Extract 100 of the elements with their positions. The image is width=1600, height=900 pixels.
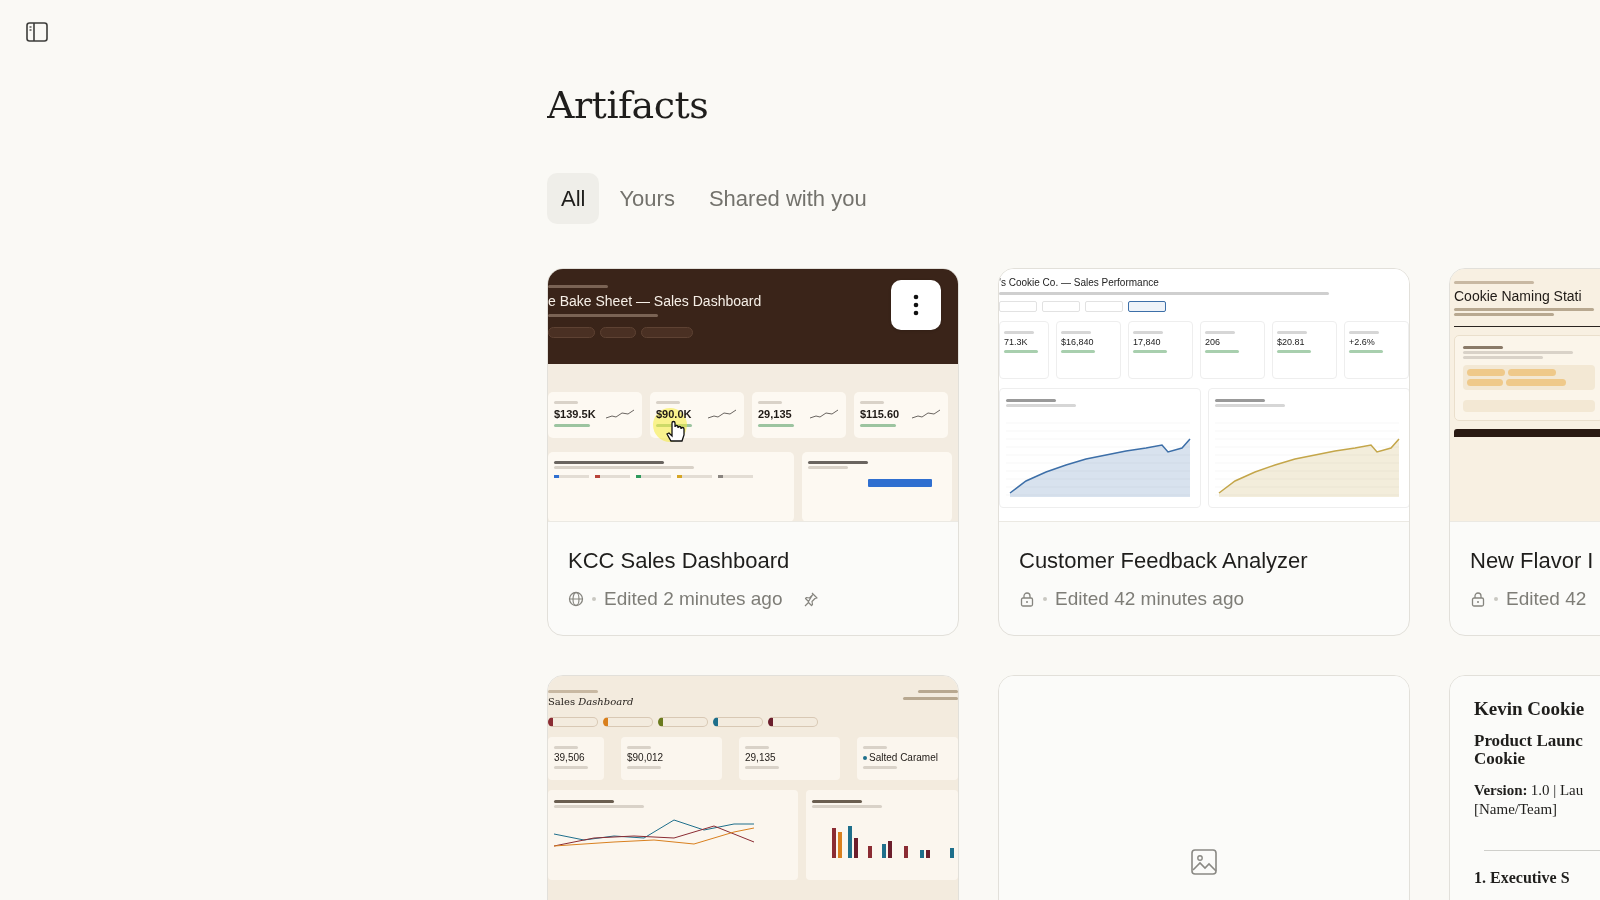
kpi-value: +2.6% <box>1349 337 1376 347</box>
kpi-value: 39,506 <box>554 752 585 763</box>
tag-drawing <box>1508 369 1556 376</box>
kpi-value: 29,135 <box>758 408 792 420</box>
ingredients-field[interactable] <box>1463 365 1595 390</box>
blurred-text-drawing <box>745 746 769 749</box>
blurred-text-drawing <box>863 766 897 769</box>
blurred-text-drawing <box>1277 350 1311 353</box>
blurred-text-drawing <box>903 697 958 700</box>
tag-drawing <box>1467 369 1505 376</box>
sparkline <box>606 408 636 420</box>
blurred-text-drawing <box>1215 404 1285 407</box>
kpi-value: $90.0K <box>656 408 692 420</box>
kpi-value: 206 <box>1205 337 1222 347</box>
sidebar-toggle-icon[interactable] <box>26 22 48 42</box>
blurred-text-drawing <box>627 766 661 769</box>
blurred-text-drawing <box>1349 350 1383 353</box>
blurred-text-drawing <box>554 800 614 803</box>
blurred-text-drawing <box>860 424 896 427</box>
artifact-card[interactable]: 's Cookie Co. — Sales Performance 71.3K $16,840 17,840 206 $20.81 +2.6% Customer Feedback Analyzer Edited 42 minutes ago <box>998 268 1410 636</box>
more-options-button[interactable] <box>891 280 941 330</box>
blurred-text-drawing <box>1215 399 1265 402</box>
artifact-card[interactable]: Sales Dashboard 39,506 $90,012 29,135 Salted Caramel <box>547 675 959 900</box>
blurred-text-drawing <box>758 424 794 427</box>
sparkline <box>810 408 840 420</box>
blurred-text-drawing <box>812 805 882 808</box>
blurred-text-drawing <box>758 401 782 404</box>
dashboard-heading: 's Cookie Co. — Sales Performance <box>999 277 1160 288</box>
edited-time: Edited 42 <box>1506 588 1587 610</box>
artifact-title: Customer Feedback Analyzer <box>1019 548 1309 574</box>
blurred-text-drawing <box>860 401 884 404</box>
meta-label: Version: <box>1474 782 1528 798</box>
artifact-title: New Flavor I <box>1470 548 1595 574</box>
kpi-value: 71.3K <box>1004 337 1029 347</box>
blurred-text-drawing <box>548 690 598 693</box>
tag-drawing <box>1506 379 1566 386</box>
range-button[interactable] <box>1128 301 1166 312</box>
blurred-text-drawing <box>627 746 651 749</box>
blurred-text-drawing <box>1277 331 1307 334</box>
blurred-text-drawing <box>1061 350 1095 353</box>
kpi-value: Salted Caramel <box>869 752 938 763</box>
blurred-text-drawing <box>548 285 608 288</box>
kpi-value: $115.60 <box>860 408 900 420</box>
document-subtitle: Cookie <box>1474 750 1526 768</box>
edited-time: Edited 42 minutes ago <box>1055 588 1245 610</box>
blurred-text-drawing <box>1006 404 1076 407</box>
chip-drawing <box>641 327 693 338</box>
submit-button[interactable] <box>1454 429 1600 437</box>
page-title: Artifacts <box>547 82 710 129</box>
tag-drawing <box>1467 379 1503 386</box>
blurred-text-drawing <box>1133 350 1167 353</box>
document-subtitle: Product Launc <box>1474 732 1584 750</box>
kpi-value: $90,012 <box>627 752 664 763</box>
artifact-card[interactable]: Kevin Cookie Product Launc Cookie Version: 1.0 | Lau [Name/Team] 1. Executive S <box>1449 675 1600 900</box>
blurred-text-drawing <box>1205 331 1235 334</box>
blurred-text-drawing <box>656 401 680 404</box>
artifact-title: KCC Sales Dashboard <box>568 548 791 574</box>
blurred-text-drawing <box>918 690 958 693</box>
kpi-value: 17,840 <box>1133 337 1162 347</box>
filter-tab[interactable]: Yours <box>605 173 689 224</box>
kpi-value: 29,135 <box>745 752 776 763</box>
filter-tab[interactable]: Shared with you <box>694 173 881 224</box>
blurred-text-drawing <box>1463 346 1503 349</box>
blurred-text-drawing <box>1133 331 1163 334</box>
image-placeholder-icon <box>1191 849 1217 875</box>
dashboard-heading: Sales Dashboard <box>548 696 634 707</box>
kpi-value: $139.5K <box>554 408 596 420</box>
artifact-card[interactable]: Cookie Naming Stati New Flavor I Edited 42 <box>1449 268 1600 636</box>
chip-drawing <box>548 327 595 338</box>
blurred-text-drawing <box>1006 399 1056 402</box>
artifact-card[interactable]: e Bake Sheet — Sales Dashboard $139.5K $90.0K 29,135 $115.60 KCC Sales Dashboard Edited 2 minutes ago <box>547 268 959 636</box>
blurred-text-drawing <box>1061 331 1091 334</box>
blurred-text-drawing <box>1004 350 1038 353</box>
blurred-text-drawing <box>554 401 578 404</box>
sparkline <box>708 408 738 420</box>
dashboard-heading: e Bake Sheet — Sales Dashboard <box>548 293 763 309</box>
blurred-text-drawing <box>1004 331 1034 334</box>
blurred-text-drawing <box>554 424 590 427</box>
meta-value: 1.0 | Lau <box>1530 782 1584 798</box>
blurred-text-drawing <box>745 766 779 769</box>
blurred-text-drawing <box>812 800 862 803</box>
more-icon <box>913 294 919 316</box>
chip-drawing <box>600 327 636 338</box>
blurred-text-drawing <box>1205 350 1239 353</box>
filter-tab[interactable]: All <box>547 173 600 224</box>
kpi-value: $20.81 <box>1277 337 1306 347</box>
blurred-text-drawing <box>554 766 588 769</box>
meta-text: [Name/Team] <box>1474 801 1559 818</box>
blurred-text-drawing <box>808 466 848 469</box>
sparkline <box>912 408 942 420</box>
section-heading: 1. Executive S <box>1474 869 1571 887</box>
chart-bar <box>868 479 932 487</box>
page-heading: Cookie Naming Stati <box>1454 288 1583 304</box>
blurred-text-drawing <box>554 746 578 749</box>
edited-time: Edited 2 minutes ago <box>604 588 783 610</box>
kpi-value: $16,840 <box>1061 337 1095 347</box>
blurred-text-drawing <box>863 746 887 749</box>
blurred-text-drawing <box>808 461 868 464</box>
blurred-text-drawing <box>1349 331 1379 334</box>
document-title: Kevin Cookie <box>1474 698 1586 720</box>
